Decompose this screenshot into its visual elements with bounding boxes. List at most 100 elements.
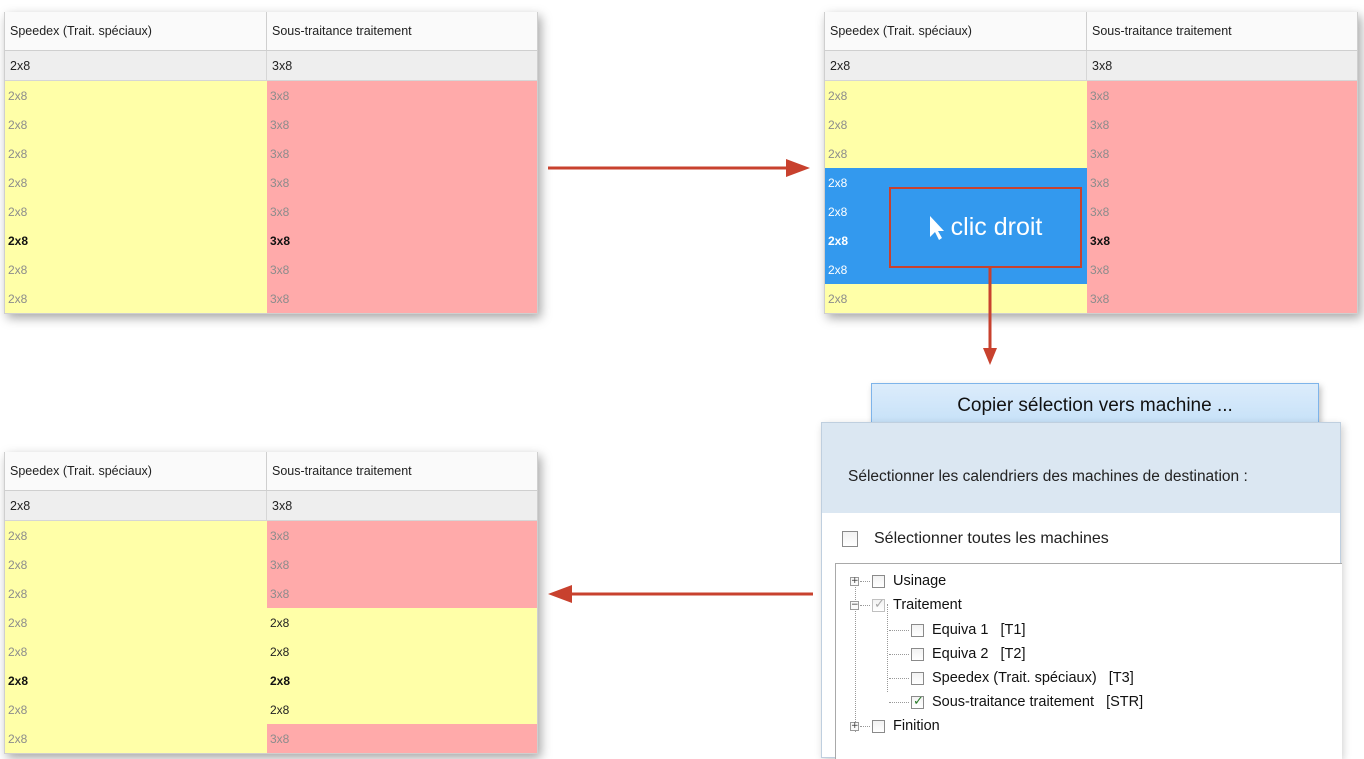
copied-cell[interactable]: 2x8 [267, 695, 537, 724]
total-cell: 2x8 [5, 491, 267, 520]
tree-label: Sous-traitance traitement [STR] [932, 694, 1144, 710]
grid-cell[interactable]: 3x8 [1087, 255, 1357, 284]
expand-icon[interactable]: + [850, 576, 859, 586]
total-cell: 3x8 [1092, 58, 1113, 73]
grid-cell[interactable]: 3x8 [1087, 81, 1357, 110]
callout-text: clic droit [950, 213, 1043, 241]
select-all-checkbox[interactable] [842, 531, 858, 547]
grid-cell[interactable]: 2x8 [5, 284, 267, 313]
tree-label: Equiva 2 [T2] [932, 646, 1026, 662]
tree-node-speedex[interactable]: Speedex (Trait. spéciaux) [T3] [888, 667, 1134, 689]
total-cell: 2x8 [825, 51, 1087, 80]
grid-cell[interactable]: 2x8 [5, 226, 267, 255]
grid-cell[interactable]: 2x8 [5, 608, 267, 637]
grid-cell[interactable]: 2x8 [5, 666, 267, 695]
dialog-title: Sélectionner les calendriers des machine… [822, 423, 1340, 513]
table-row: 2x8 3x8 [825, 284, 1357, 313]
grid-cell[interactable]: 2x8 [825, 81, 1087, 110]
grid-cell[interactable]: 3x8 [1087, 168, 1357, 197]
table-row: 2x8 3x8 [825, 139, 1357, 168]
checkbox[interactable] [911, 647, 924, 661]
grid-cell[interactable]: 3x8 [267, 226, 537, 255]
table-row: 2x8 3x8 [5, 284, 537, 313]
select-all-checkbox-row[interactable]: Sélectionner toutes les machines [842, 530, 1109, 548]
grid-cell[interactable]: 2x8 [5, 521, 267, 550]
tree-node-traitement[interactable]: − Traitement [850, 594, 962, 616]
checkbox-checked[interactable] [911, 694, 924, 709]
expand-icon[interactable]: + [850, 721, 859, 731]
table-row: 2x8 3x8 [5, 521, 537, 550]
column-header-speedex[interactable]: Speedex (Trait. spéciaux) [825, 12, 1087, 50]
table-row: 2x8 3x8 [5, 168, 537, 197]
checkbox-partial[interactable] [872, 597, 885, 612]
tree-label: Speedex (Trait. spéciaux) [T3] [932, 670, 1134, 686]
grid-header: Speedex (Trait. spéciaux) Sous-traitance… [5, 452, 537, 491]
grid-cell[interactable]: 2x8 [5, 197, 267, 226]
grid-cell[interactable]: 2x8 [5, 110, 267, 139]
grid-cell[interactable]: 3x8 [267, 521, 537, 550]
checkbox[interactable] [911, 623, 924, 637]
grid-cell[interactable]: 2x8 [5, 81, 267, 110]
column-header-sous-traitance[interactable]: Sous-traitance traitement [267, 452, 537, 490]
grid-cell[interactable]: 3x8 [1087, 110, 1357, 139]
table-row: 2x8 3x8 [5, 579, 537, 608]
table-row: 2x8 2x8 [5, 666, 537, 695]
table-row: 2x8 3x8 [825, 81, 1357, 110]
tree-label: Usinage [893, 573, 947, 589]
table-row: 2x8 2x8 [5, 695, 537, 724]
collapse-icon[interactable]: − [850, 600, 859, 610]
table-row: 2x8 2x8 [5, 608, 537, 637]
grid-cell[interactable]: 3x8 [1087, 197, 1357, 226]
grid-header: Speedex (Trait. spéciaux) Sous-traitance… [5, 12, 537, 51]
column-header-sous-traitance[interactable]: Sous-traitance traitement [267, 12, 537, 50]
grid-cell[interactable]: 3x8 [267, 284, 537, 313]
grid-cell[interactable]: 2x8 [5, 139, 267, 168]
grid-cell[interactable]: 3x8 [1087, 284, 1357, 313]
grid-cell[interactable]: 2x8 [5, 550, 267, 579]
checkbox[interactable] [872, 574, 885, 588]
tree-node-equiva1[interactable]: Equiva 1 [T1] [888, 619, 1026, 641]
copied-cell[interactable]: 2x8 [267, 637, 537, 666]
grid-cell[interactable]: 3x8 [267, 579, 537, 608]
copied-cell[interactable]: 2x8 [267, 666, 537, 695]
total-row: 2x8 3x8 [825, 51, 1357, 81]
grid-cell[interactable]: 3x8 [267, 550, 537, 579]
column-header-speedex[interactable]: Speedex (Trait. spéciaux) [5, 452, 267, 490]
copied-cell[interactable]: 2x8 [267, 608, 537, 637]
tree-label: Finition [893, 718, 940, 734]
grid-cell[interactable]: 3x8 [1087, 226, 1357, 255]
checkbox[interactable] [872, 719, 885, 733]
grid-cell[interactable]: 3x8 [267, 197, 537, 226]
grid-cell[interactable]: 3x8 [267, 110, 537, 139]
column-header-speedex[interactable]: Speedex (Trait. spéciaux) [5, 12, 267, 50]
total-cell: 3x8 [272, 498, 293, 513]
table-row: 2x8 2x8 [5, 637, 537, 666]
table-row: 2x8 3x8 [5, 197, 537, 226]
tree-node-sous-traitance[interactable]: Sous-traitance traitement [STR] [888, 691, 1143, 713]
grid-cell[interactable]: 2x8 [825, 110, 1087, 139]
column-header-sous-traitance[interactable]: Sous-traitance traitement [1087, 12, 1357, 50]
tree-node-usinage[interactable]: + Usinage [850, 570, 946, 592]
grid-cell[interactable]: 2x8 [5, 637, 267, 666]
tree-node-equiva2[interactable]: Equiva 2 [T2] [888, 643, 1026, 665]
table-row: 2x8 3x8 [5, 226, 537, 255]
grid-cell[interactable]: 2x8 [5, 695, 267, 724]
grid-cell[interactable]: 2x8 [5, 255, 267, 284]
grid-cell[interactable]: 2x8 [5, 168, 267, 197]
grid-cell[interactable]: 2x8 [5, 579, 267, 608]
grid-cell[interactable]: 3x8 [267, 724, 537, 753]
grid-cell[interactable]: 3x8 [1087, 139, 1357, 168]
tree-node-finition[interactable]: + Finition [850, 715, 940, 737]
grid-cell[interactable]: 3x8 [267, 168, 537, 197]
grid-cell[interactable]: 2x8 [825, 139, 1087, 168]
grid-cell[interactable]: 3x8 [267, 81, 537, 110]
grid-cell[interactable]: 3x8 [267, 139, 537, 168]
machine-selection-dialog: Sélectionner les calendriers des machine… [821, 422, 1342, 759]
grid-cell[interactable]: 3x8 [267, 255, 537, 284]
total-row: 2x8 3x8 [5, 491, 537, 521]
checkbox[interactable] [911, 671, 924, 685]
grid-cell[interactable]: 2x8 [825, 284, 1087, 313]
grid-cell[interactable]: 2x8 [5, 724, 267, 753]
total-row: 2x8 3x8 [5, 51, 537, 81]
table-row: 2x8 3x8 [5, 81, 537, 110]
